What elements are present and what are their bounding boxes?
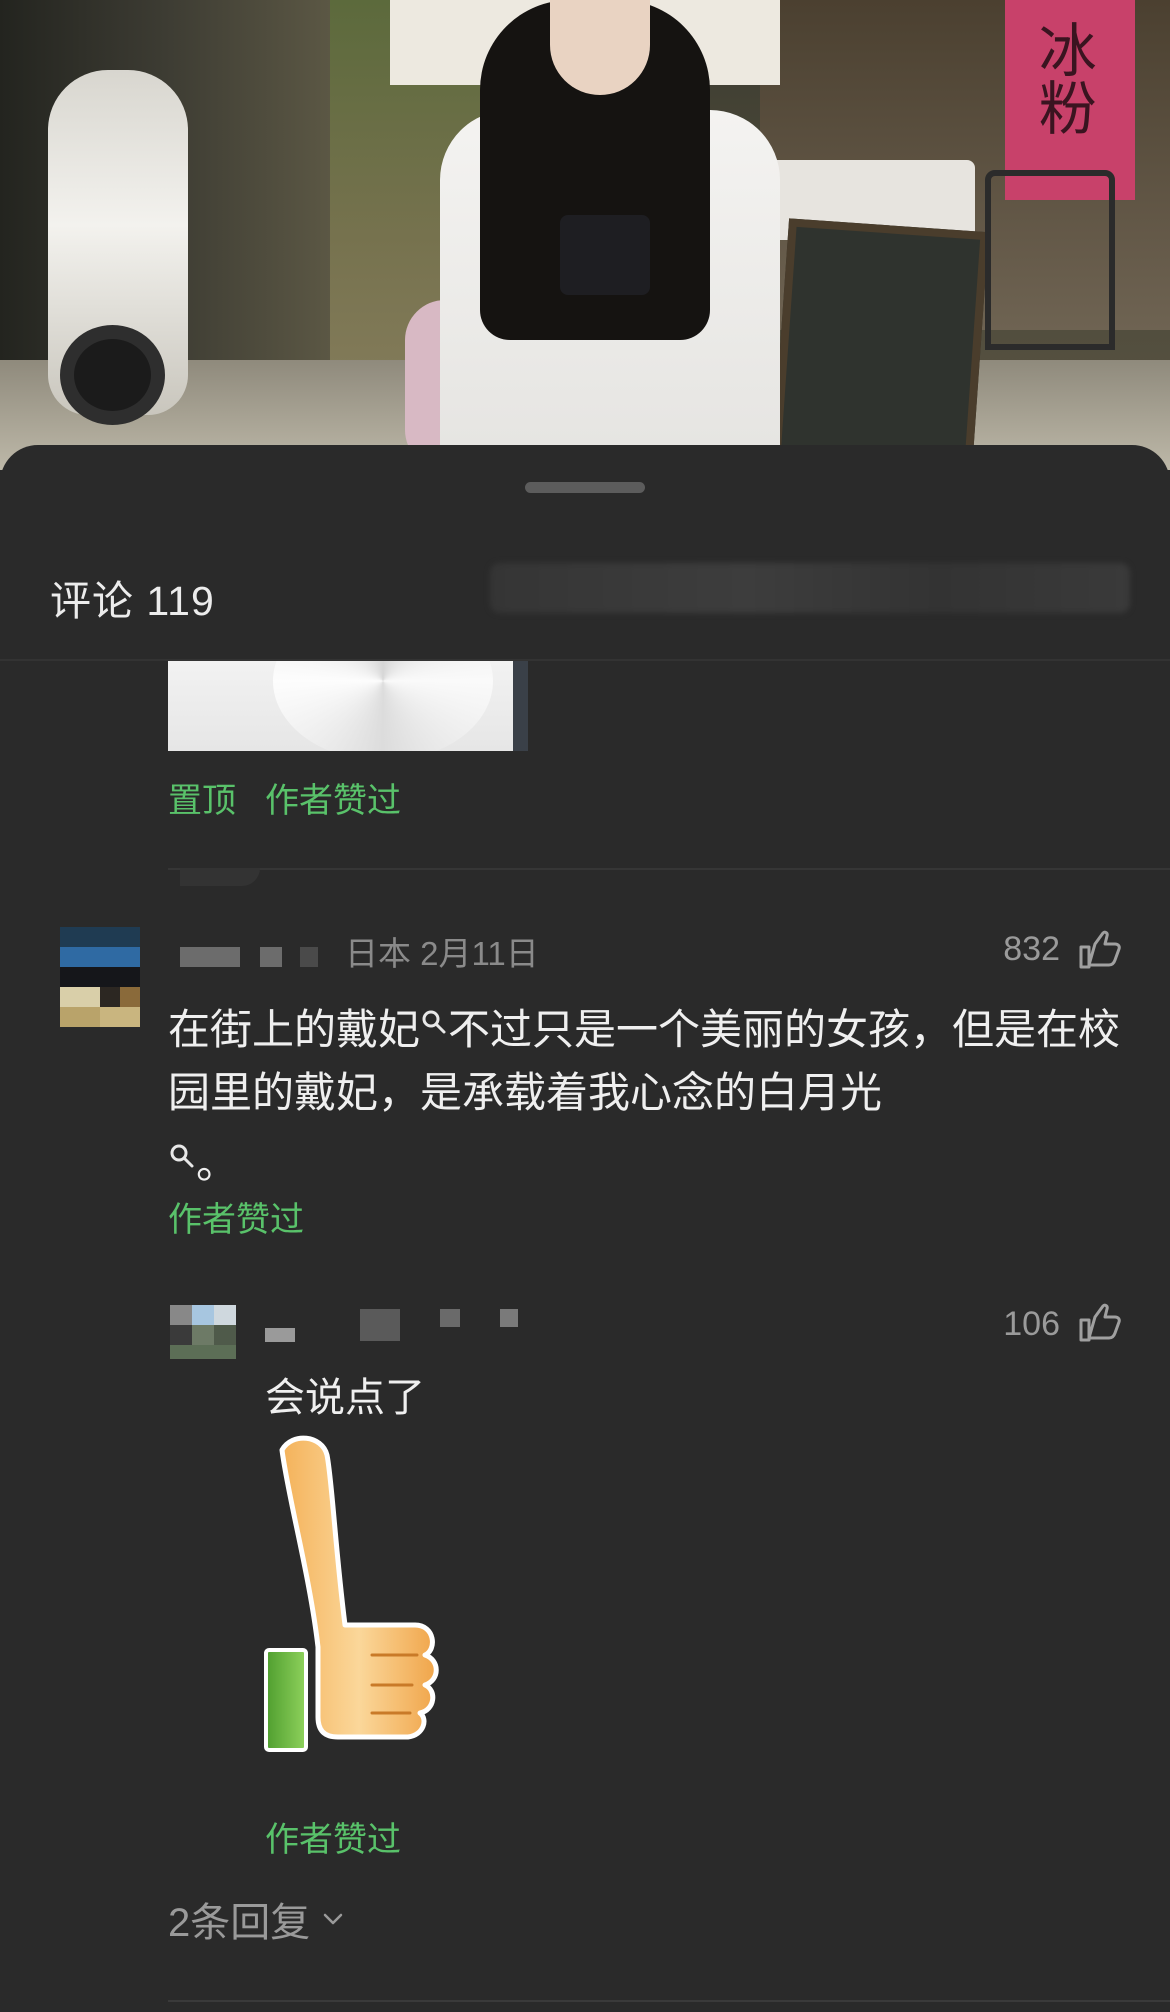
thumbs-up-sticker-icon <box>264 1435 439 1752</box>
reply-username-blurred[interactable] <box>265 1328 295 1342</box>
username-blurred[interactable] <box>180 947 240 967</box>
view-replies-label: 2条回复 <box>168 1901 311 1945</box>
blurred-header-content <box>490 563 1130 613</box>
photo-chalkboard <box>771 218 989 470</box>
avatar-pixel <box>120 987 140 1007</box>
photo-scooter-wheel <box>60 325 165 425</box>
avatar-pixel <box>170 1345 236 1359</box>
fan-image <box>273 661 493 751</box>
author-liked-tag: 作者赞过 <box>265 782 401 820</box>
comments-sheet: 评论 119 置顶 作者赞过 日本 2月11日 832 在街上的戴妃 不过只是一个… <box>0 445 1170 2012</box>
chevron-down-icon <box>324 1913 343 1925</box>
avatar-pixel <box>170 1305 192 1325</box>
bottom-divider <box>168 2000 1170 2002</box>
comment-text: 在街上的戴妃 不过只是一个美丽的女孩，但是在校园里的戴妃，是承载着我心念的白月光。 <box>168 990 1128 1195</box>
avatar-pixel <box>60 967 140 987</box>
reply-like-count: 106 <box>1003 1305 1060 1343</box>
search-icon[interactable] <box>420 990 448 1034</box>
reply-author-liked-tag: 作者赞过 <box>265 1821 401 1859</box>
photo-banner-text: 冰粉 <box>1028 20 1097 136</box>
avatar-pixel <box>60 927 140 947</box>
comment-meta: 日本 2月11日 <box>345 935 539 972</box>
avatar-pixel <box>100 1007 140 1027</box>
comment-text-part: 在街上的戴妃 <box>168 1005 421 1054</box>
prior-comment-image[interactable] <box>168 661 528 751</box>
reply-username-blurred <box>360 1309 400 1341</box>
reply-username-blurred <box>440 1309 460 1327</box>
avatar-pixel <box>60 987 100 1007</box>
avatar-pixel <box>214 1305 236 1325</box>
divider-shadow <box>180 868 260 886</box>
comment-text-part: 。 <box>196 1139 239 1188</box>
like-count: 832 <box>1003 930 1060 968</box>
photo-chair <box>985 170 1115 350</box>
sheet-drag-handle[interactable] <box>525 482 645 493</box>
thumbs-up-outline-icon[interactable] <box>1078 1303 1122 1343</box>
avatar-pixel <box>60 947 140 967</box>
avatar-pixel <box>170 1325 192 1345</box>
username-blurred <box>260 947 282 967</box>
reply-avatar[interactable] <box>170 1305 238 1361</box>
comments-title: 评论 119 <box>50 578 215 624</box>
avatar-pixel <box>214 1325 236 1345</box>
search-icon[interactable] <box>168 1124 196 1168</box>
view-replies-link[interactable]: 2条回复 <box>168 1890 344 1948</box>
post-photo[interactable]: 冰粉 <box>0 0 1170 470</box>
avatar-pixel <box>192 1325 214 1345</box>
author-liked-tag: 作者赞过 <box>168 1201 304 1239</box>
comment-divider <box>168 868 1170 870</box>
photo-shirt-print <box>560 215 650 295</box>
reply-text: 会说点了 <box>265 1375 425 1421</box>
pinned-tag: 置顶 <box>168 782 236 820</box>
avatar-pixel <box>192 1305 214 1325</box>
avatar[interactable] <box>60 927 140 1027</box>
image-edge <box>513 661 528 751</box>
avatar-pixel <box>60 1007 100 1027</box>
reply-username-blurred <box>500 1309 518 1327</box>
username-blurred <box>300 947 318 967</box>
thumbs-up-outline-icon[interactable] <box>1078 930 1122 970</box>
avatar-pixel <box>100 987 120 1007</box>
